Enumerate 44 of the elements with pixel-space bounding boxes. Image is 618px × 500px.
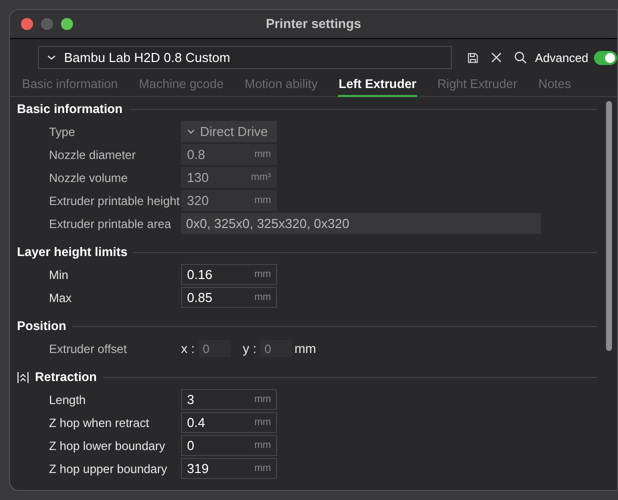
value-field[interactable]: 0.4 mm [181,412,277,433]
setting-label: Z hop upper boundary [48,460,168,478]
y-label: y : [242,340,256,358]
section-title: Layer height limits [17,244,128,261]
advanced-toggle[interactable] [594,50,617,64]
setting-label: Extruder printable area [48,216,172,232]
zoom-window-button[interactable] [61,18,73,30]
setting-label: Extruder offset [48,340,128,358]
retraction-icon [17,370,29,384]
value-field[interactable]: 0.16 mm [181,264,277,285]
setting-label: Max [48,290,73,306]
setting-label: Type [48,124,76,140]
setting-label: Length [48,392,87,408]
unit-label: mm [294,340,316,358]
close-icon[interactable] [491,52,502,63]
tab[interactable]: Notes [537,74,572,97]
value-field[interactable]: 0 mm [181,435,277,456]
window-title: Printer settings [266,15,362,34]
tab[interactable]: Basic information [21,74,119,97]
tab[interactable]: Machine gcode [138,74,225,97]
setting-label: Nozzle volume [48,170,129,186]
setting-label: Extruder printable height [48,192,181,210]
scrollbar[interactable] [606,101,612,351]
section-title: Basic information [17,100,123,118]
save-icon[interactable] [466,52,478,64]
tab[interactable]: Right Extruder [436,74,518,97]
setting-label: Min [48,266,70,284]
section-title: Position [17,318,66,335]
tab[interactable]: Motion ability [244,74,319,97]
close-window-button[interactable] [21,18,33,30]
setting-label: Z hop lower boundary [48,438,166,454]
setting-label: Nozzle diameter [48,146,137,164]
value-field[interactable]: 0.85 mm [181,287,277,308]
chevron-down-icon [47,55,56,60]
setting-label: Z hop when retract [48,414,150,432]
chevron-down-icon [187,129,195,134]
tab[interactable]: Left Extruder [338,74,418,97]
section-title: Retraction [35,368,97,386]
preset-dropdown[interactable]: Bambu Lab H2D 0.8 Custom [38,46,452,69]
advanced-label: Advanced [534,50,588,66]
value-field[interactable]: 319 mm [181,458,277,479]
search-icon[interactable] [514,51,527,64]
x-label: x : [181,340,195,358]
value-field[interactable]: 3 mm [181,389,277,410]
